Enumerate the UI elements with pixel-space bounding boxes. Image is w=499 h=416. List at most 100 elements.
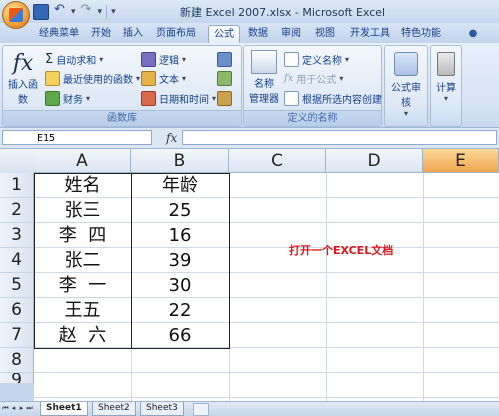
cell-area[interactable]: 姓名 年龄 张三 25 李 四 16 张二 39 李 一 30 王五 22 赵 … [34, 173, 499, 408]
book-icon [141, 52, 156, 67]
column-header-b[interactable]: B [131, 149, 229, 173]
row-header-3[interactable]: 3 [0, 223, 34, 248]
cell-b1[interactable]: 年龄 [131, 173, 229, 198]
sheet-tab-sheet2[interactable]: Sheet2 [92, 402, 136, 416]
use-in-formula-button[interactable]: fx 用于公式 ▾ [284, 71, 343, 86]
group-formula-auditing: 公式审核 ▾ [384, 45, 428, 127]
ribbon-tabs: 经典菜单 开始 插入 页面布局 公式 数据 审阅 视图 开发工具 特色功能 ● [0, 23, 499, 44]
use-in-formula-label: 用于公式 [296, 75, 337, 86]
chevron-down-icon: ▾ [182, 55, 187, 64]
tab-view[interactable]: 视图 [313, 26, 337, 42]
office-logo-icon [9, 8, 23, 22]
tab-review[interactable]: 审阅 [279, 26, 303, 42]
help-icon[interactable]: ● [466, 26, 480, 42]
title-bar: ▾ ▾ ▾ 新建 Excel 2007.xlsx - Microsoft Exc… [0, 0, 499, 29]
undo-icon[interactable] [53, 2, 67, 19]
autosum-button[interactable]: Σ 自动求和 ▾ [45, 52, 103, 67]
tab-insert[interactable]: 插入 [120, 26, 146, 42]
redo-icon[interactable] [80, 2, 94, 19]
select-all-corner[interactable] [0, 149, 35, 174]
tab-developer[interactable]: 开发工具 [348, 26, 392, 42]
row-header-7[interactable]: 7 [0, 323, 34, 348]
next-sheet-icon[interactable]: ▸ [18, 404, 25, 413]
insert-function-button[interactable]: fx 插入函数 [5, 51, 41, 107]
group-function-library: fx 插入函数 Σ 自动求和 ▾ 最近使用的函数 ▾ 财务 ▾ 逻辑 ▾ 文本 … [2, 45, 242, 127]
chevron-down-icon: ▾ [212, 94, 217, 103]
window-title: 新建 Excel 2007.xlsx - Microsoft Excel [180, 6, 386, 19]
tab-classic-menu[interactable]: 经典菜单 [36, 26, 82, 42]
recently-used-button[interactable]: 最近使用的函数 ▾ [45, 71, 140, 86]
cell-b7[interactable]: 66 [131, 323, 229, 348]
cell-a7[interactable]: 赵 六 [34, 323, 131, 348]
column-header-c[interactable]: C [229, 149, 326, 173]
calendar-icon [141, 91, 156, 106]
cell-b4[interactable]: 39 [131, 248, 229, 273]
formula-input[interactable] [182, 130, 497, 145]
office-button[interactable] [2, 1, 30, 29]
cell-a2[interactable]: 张三 [34, 198, 131, 223]
row-header-4[interactable]: 4 [0, 248, 34, 273]
column-header-d[interactable]: D [326, 149, 423, 173]
group-defined-names: 名称 管理器 定义名称 ▾ fx 用于公式 ▾ 根据所选内容创建 定义的名称 [243, 45, 382, 127]
column-header-e[interactable]: E [423, 149, 499, 173]
redo-dropdown-icon[interactable]: ▾ [98, 7, 103, 17]
column-header-a[interactable]: A [34, 149, 131, 173]
cell-a1[interactable]: 姓名 [34, 173, 131, 198]
first-sheet-icon[interactable]: ⏮ [2, 404, 9, 413]
cell-b2[interactable]: 25 [131, 198, 229, 223]
cell-a5[interactable]: 李 一 [34, 273, 131, 298]
quick-access-toolbar: ▾ ▾ ▾ [33, 2, 116, 20]
logical-label: 逻辑 [159, 56, 179, 67]
undo-dropdown-icon[interactable]: ▾ [71, 7, 76, 17]
chevron-down-icon: ▾ [182, 74, 187, 83]
row-header-6[interactable]: 6 [0, 298, 34, 323]
tab-special-features[interactable]: 特色功能 [398, 26, 444, 42]
cell-b5[interactable]: 30 [131, 273, 229, 298]
tab-data[interactable]: 数据 [246, 26, 270, 42]
save-icon[interactable] [33, 4, 49, 20]
cell-b6[interactable]: 22 [131, 298, 229, 323]
cell-a3[interactable]: 李 四 [34, 223, 131, 248]
insert-sheet-icon[interactable] [193, 403, 209, 416]
chevron-down-icon: ▾ [136, 74, 141, 83]
name-manager-button[interactable]: 名称 管理器 [247, 50, 281, 105]
row-header-9[interactable]: 9 [0, 373, 34, 384]
row-header-1[interactable]: 1 [0, 173, 34, 198]
define-name-button[interactable]: 定义名称 ▾ [284, 52, 349, 67]
cell-a4[interactable]: 张二 [34, 248, 131, 273]
lookup-button[interactable] [217, 52, 232, 67]
sheet-tab-sheet1[interactable]: Sheet1 [40, 402, 88, 416]
text-button[interactable]: 文本 ▾ [141, 71, 186, 86]
formula-auditing-button[interactable]: 公式审核 ▾ [387, 52, 425, 118]
function-library-label: 函数库 [3, 110, 241, 126]
sheet-tab-bar: ⏮ ◂ ▸ ⏭ Sheet1 Sheet2 Sheet3 [0, 401, 499, 416]
insert-function-icon[interactable]: fx [166, 131, 177, 145]
calculation-button[interactable]: 计算 ▾ [433, 52, 459, 103]
formula-bar: E15 fx [0, 128, 499, 149]
sheet-tab-sheet3[interactable]: Sheet3 [140, 402, 184, 416]
name-box[interactable]: E15 [2, 130, 152, 145]
financial-button[interactable]: 财务 ▾ [45, 91, 90, 106]
math-icon [217, 71, 232, 86]
tab-page-layout[interactable]: 页面布局 [152, 26, 200, 42]
fx-icon: fx [12, 51, 34, 76]
row-header-2[interactable]: 2 [0, 198, 34, 223]
customize-qat-icon[interactable]: ▾ [111, 7, 116, 17]
cell-a6[interactable]: 王五 [34, 298, 131, 323]
row-header-8[interactable]: 8 [0, 348, 34, 373]
text-label: 文本 [159, 75, 179, 86]
datetime-label: 日期和时间 [159, 95, 209, 106]
more-functions-button[interactable] [217, 91, 232, 106]
autosum-label: 自动求和 [56, 56, 97, 67]
last-sheet-icon[interactable]: ⏭ [26, 404, 33, 413]
cell-b3[interactable]: 16 [131, 223, 229, 248]
more-functions-icon [217, 91, 232, 106]
math-button[interactable] [217, 71, 232, 86]
logical-button[interactable]: 逻辑 ▾ [141, 52, 186, 67]
tab-home[interactable]: 开始 [88, 26, 114, 42]
prev-sheet-icon[interactable]: ◂ [10, 404, 17, 413]
row-header-5[interactable]: 5 [0, 273, 34, 298]
tab-formulas[interactable]: 公式 [208, 25, 240, 44]
datetime-button[interactable]: 日期和时间 ▾ [141, 91, 216, 106]
create-from-selection-button[interactable]: 根据所选内容创建 [284, 91, 382, 106]
